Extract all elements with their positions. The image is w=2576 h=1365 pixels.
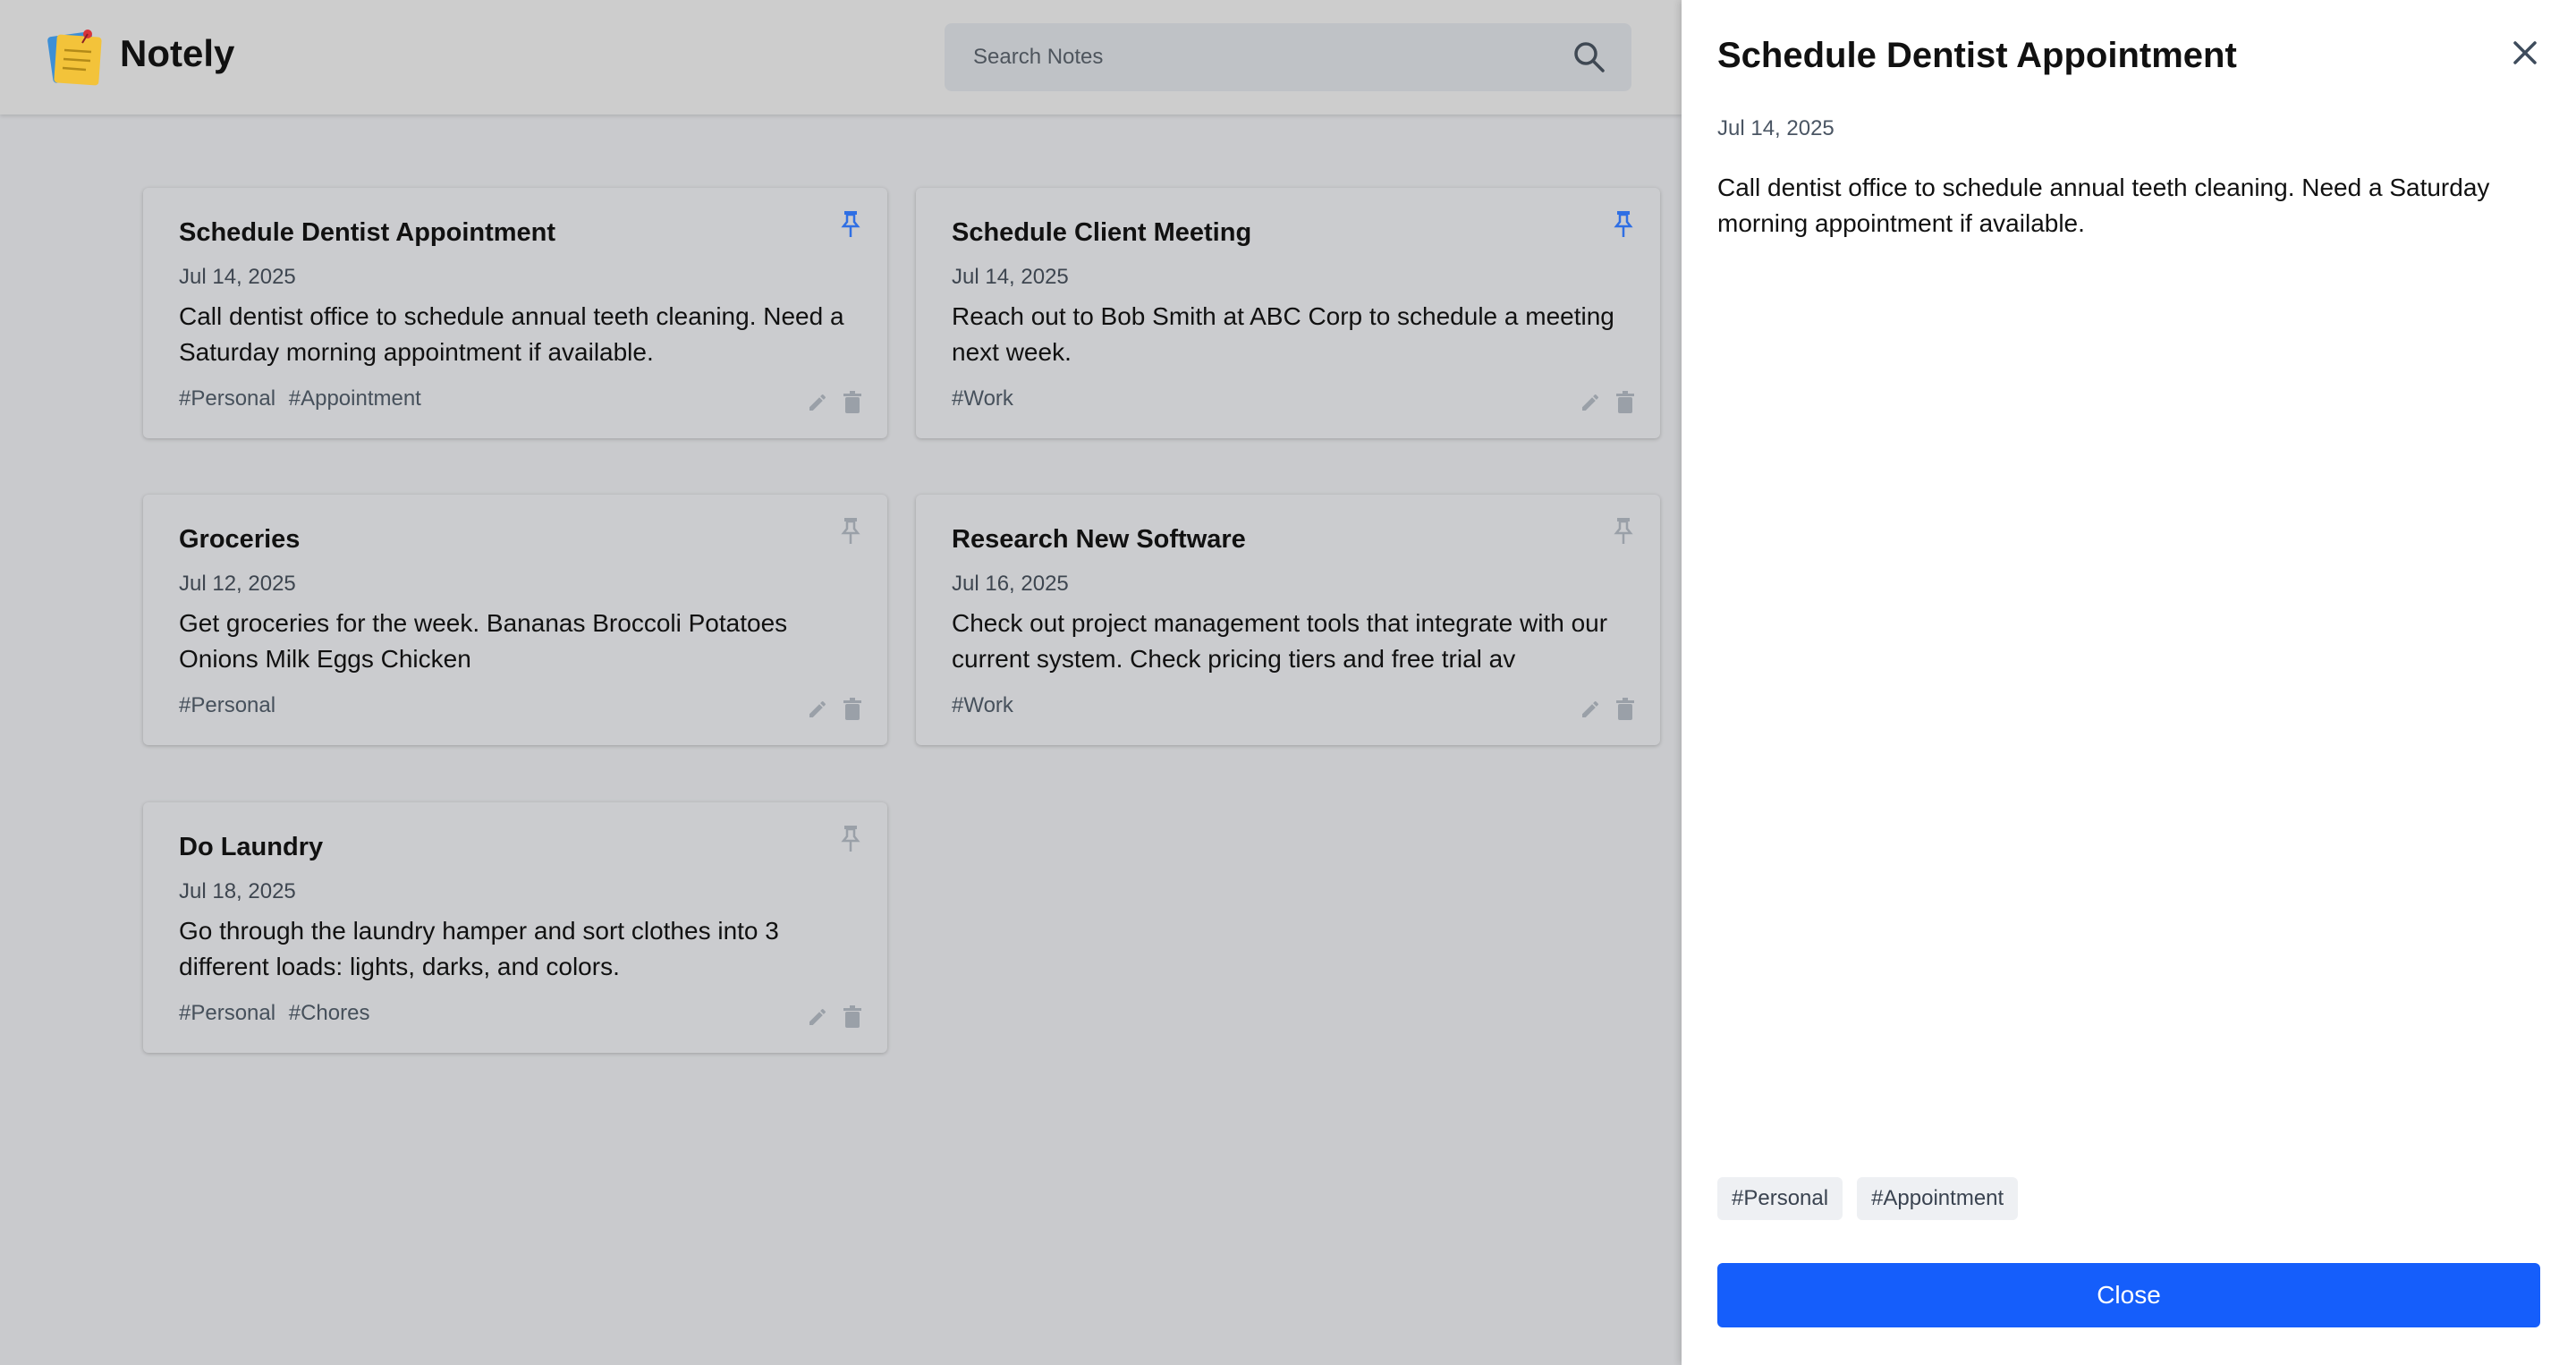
- trash-icon[interactable]: [843, 1005, 862, 1029]
- search-icon[interactable]: [1572, 40, 1606, 74]
- pencil-icon[interactable]: [1580, 699, 1601, 720]
- close-button[interactable]: Close: [1717, 1263, 2540, 1327]
- pin-icon[interactable]: [839, 209, 862, 240]
- note-tags: #Personal #Chores: [179, 1001, 377, 1026]
- pin-icon[interactable]: [839, 516, 862, 547]
- detail-title: Schedule Dentist Appointment: [1717, 36, 2237, 75]
- note-title: Do Laundry: [179, 833, 324, 861]
- note-date: Jul 18, 2025: [179, 879, 296, 903]
- sticky-note-logo-icon: [47, 30, 102, 86]
- search-input[interactable]: [945, 23, 1571, 91]
- search-bar: [945, 23, 1631, 91]
- app-title: Notely: [120, 32, 235, 74]
- note-tag: #Appointment: [288, 386, 421, 411]
- pin-icon[interactable]: [1612, 209, 1635, 240]
- note-tags: #Personal #Appointment: [179, 386, 428, 411]
- detail-date: Jul 14, 2025: [1717, 116, 1835, 140]
- note-title: Groceries: [179, 525, 301, 554]
- pencil-icon[interactable]: [807, 392, 828, 413]
- note-tag: #Work: [952, 386, 1013, 411]
- note-body: Get groceries for the week. Bananas Broc…: [179, 609, 788, 673]
- note-title: Research New Software: [952, 525, 1246, 554]
- note-card[interactable]: Research New Software Jul 16, 2025 Check…: [916, 495, 1660, 745]
- note-tag: #Personal: [179, 1001, 276, 1025]
- note-date: Jul 16, 2025: [952, 572, 1069, 596]
- trash-icon[interactable]: [843, 391, 862, 414]
- note-card[interactable]: Schedule Dentist Appointment Jul 14, 202…: [143, 188, 887, 438]
- note-tag: #Chores: [288, 1001, 370, 1025]
- trash-icon[interactable]: [1615, 698, 1635, 721]
- pin-icon[interactable]: [1612, 516, 1635, 547]
- trash-icon[interactable]: [843, 698, 862, 721]
- pin-icon[interactable]: [839, 824, 862, 854]
- note-body: Call dentist office to schedule annual t…: [179, 302, 844, 366]
- pencil-icon[interactable]: [807, 1006, 828, 1028]
- detail-body: Call dentist office to schedule annual t…: [1717, 174, 2490, 237]
- detail-tag-chip[interactable]: #Appointment: [1857, 1177, 2019, 1220]
- note-tag: #Personal: [179, 386, 276, 411]
- header: Notely: [0, 0, 1682, 114]
- detail-tags: #Personal #Appointment: [1717, 1177, 2019, 1220]
- app-root: Notely Schedule Dentist Appointment Jul …: [0, 0, 2576, 1365]
- note-date: Jul 12, 2025: [179, 572, 296, 596]
- note-date: Jul 14, 2025: [179, 265, 296, 289]
- pencil-icon[interactable]: [807, 699, 828, 720]
- note-title: Schedule Dentist Appointment: [179, 218, 556, 247]
- pencil-icon[interactable]: [1580, 392, 1601, 413]
- note-card[interactable]: Groceries Jul 12, 2025 Get groceries for…: [143, 495, 887, 745]
- note-date: Jul 14, 2025: [952, 265, 1069, 289]
- note-card[interactable]: Do Laundry Jul 18, 2025 Go through the l…: [143, 802, 887, 1053]
- note-body: Check out project management tools that …: [952, 609, 1608, 673]
- note-detail-panel: Schedule Dentist Appointment Jul 14, 202…: [1682, 0, 2576, 1365]
- note-body: Reach out to Bob Smith at ABC Corp to sc…: [952, 302, 1614, 366]
- trash-icon[interactable]: [1615, 391, 1635, 414]
- note-tag: #Work: [952, 693, 1013, 717]
- note-tags: #Personal: [179, 693, 283, 718]
- note-title: Schedule Client Meeting: [952, 218, 1252, 247]
- close-icon[interactable]: [2510, 38, 2540, 68]
- note-body: Go through the laundry hamper and sort c…: [179, 917, 779, 980]
- note-card[interactable]: Schedule Client Meeting Jul 14, 2025 Rea…: [916, 188, 1660, 438]
- note-tags: #Work: [952, 386, 1021, 411]
- note-tag: #Personal: [179, 693, 276, 717]
- detail-tag-chip[interactable]: #Personal: [1717, 1177, 1843, 1220]
- note-tags: #Work: [952, 693, 1021, 718]
